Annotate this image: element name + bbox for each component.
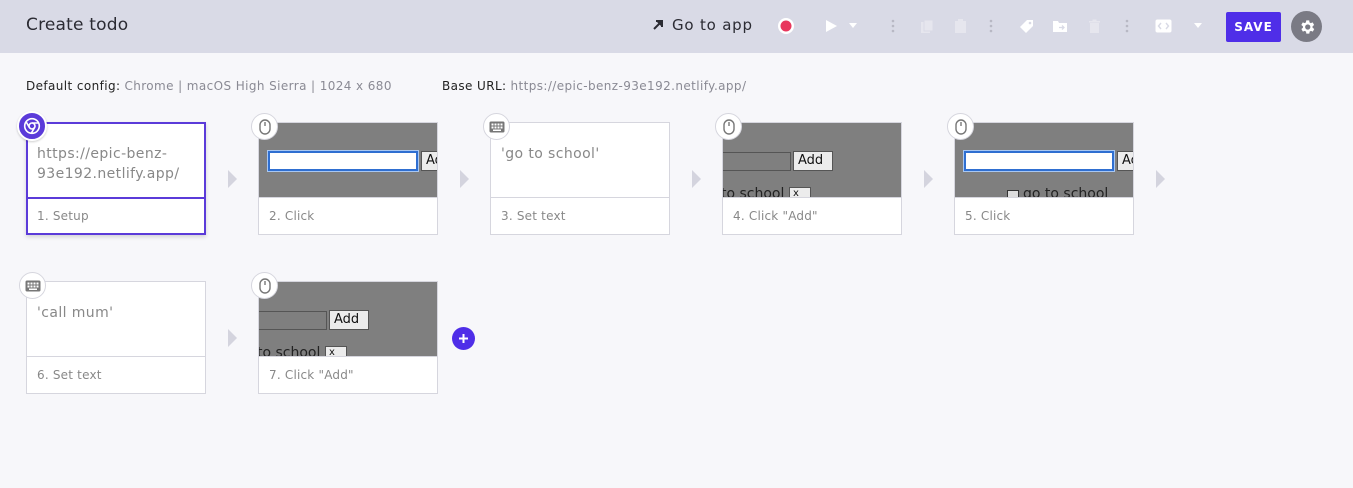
step-content: 'call mum' (27, 282, 205, 357)
step-card-set-text[interactable]: 'go to school' 3. Set text (490, 122, 670, 235)
save-button[interactable]: SAVE (1226, 12, 1281, 42)
step-arrow (228, 170, 237, 188)
copy-icon (921, 19, 934, 33)
more-menu-button[interactable] (886, 17, 900, 35)
shot-text: go to school (1023, 186, 1109, 198)
mouse-icon (722, 118, 735, 135)
shot-input (964, 151, 1114, 171)
step-caption: 6. Set text (37, 368, 102, 382)
clipboard-icon (954, 18, 966, 33)
mouse-icon (258, 118, 271, 135)
step-arrow (460, 170, 469, 188)
shot-input (268, 151, 418, 171)
shot-text: to school (723, 186, 785, 198)
step-content: 'go to school' (491, 123, 669, 198)
base-url-label: Base URL: (442, 79, 507, 93)
shot-checkbox (1007, 190, 1019, 197)
trash-icon (1088, 19, 1100, 33)
shot-remove-button: x (325, 346, 347, 356)
default-config-label: Default config: (26, 79, 121, 93)
tag-icon (1019, 19, 1033, 33)
step-card-setup[interactable]: https://epic-benz-93e192.netlify.app/ 1.… (26, 122, 206, 235)
more-vertical-icon (1125, 19, 1129, 33)
step-screenshot: Ac go to school (955, 123, 1133, 198)
default-config-value[interactable]: Chrome | macOS High Sierra | 1024 x 680 (124, 79, 391, 93)
keyboard-icon (489, 121, 504, 132)
delete-button[interactable] (1085, 17, 1103, 35)
shot-input (259, 311, 327, 330)
step-caption: 1. Setup (37, 209, 89, 223)
mouse-badge (947, 113, 974, 140)
mouse-badge (715, 113, 742, 140)
more-menu-button-3[interactable] (1120, 17, 1134, 35)
step-content: https://epic-benz-93e192.netlify.app/ (28, 124, 204, 199)
shot-button: Ac (1117, 151, 1133, 171)
shot-text: to school (259, 345, 321, 357)
more-menu-button-2[interactable] (984, 17, 998, 35)
move-to-folder-button[interactable] (1051, 17, 1069, 35)
default-config: Default config: Chrome | macOS High Sierr… (26, 79, 392, 93)
shot-remove-button: x (789, 187, 811, 197)
shot-input (723, 152, 791, 171)
toolbar: Create todo Go to app SAVE (0, 0, 1353, 53)
step-caption: 5. Click (965, 209, 1011, 223)
plus-icon (459, 334, 468, 343)
play-button[interactable] (822, 17, 840, 35)
step-card-set-text-2[interactable]: 'call mum' 6. Set text (26, 281, 206, 394)
base-url-value[interactable]: https://epic-benz-93e192.netlify.app/ (511, 79, 747, 93)
go-to-app-link[interactable]: Go to app (652, 16, 753, 34)
record-icon (778, 18, 794, 34)
step-caption: 4. Click "Add" (733, 209, 818, 223)
code-options-dropdown[interactable] (1191, 17, 1205, 35)
arrow-up-right-icon (653, 20, 663, 30)
step-card-click-add[interactable]: Add to school x 4. Click "Add" (722, 122, 902, 235)
page-title: Create todo (26, 15, 129, 35)
tag-button[interactable] (1017, 17, 1035, 35)
copy-button[interactable] (918, 17, 936, 35)
shot-button: Add (329, 310, 369, 330)
caret-down-icon (1194, 23, 1202, 28)
shot-button: Add (793, 151, 833, 171)
play-icon (826, 20, 837, 32)
mouse-badge (251, 113, 278, 140)
more-vertical-icon (989, 19, 993, 33)
base-url: Base URL: https://epic-benz-93e192.netlif… (442, 79, 746, 93)
keyboard-badge (483, 113, 510, 140)
step-arrow (228, 329, 237, 347)
code-icon (1155, 19, 1171, 33)
step-card-click-add-2[interactable]: Add to school x 7. Click "Add" (258, 281, 438, 394)
step-caption: 2. Click (269, 209, 315, 223)
settings-button[interactable] (1291, 11, 1322, 42)
step-arrow (692, 170, 701, 188)
add-step-button[interactable] (452, 327, 475, 350)
step-screenshot: Add to school x (259, 282, 437, 357)
go-to-app-label: Go to app (672, 16, 753, 34)
keyboard-badge (19, 272, 46, 299)
paste-button[interactable] (951, 17, 969, 35)
shot-button: Ad (421, 151, 437, 171)
code-view-button[interactable] (1154, 17, 1172, 35)
keyboard-icon (25, 280, 40, 291)
caret-down-icon (849, 23, 857, 28)
step-card-click[interactable]: Ad 2. Click (258, 122, 438, 235)
step-screenshot: Add to school x (723, 123, 901, 198)
chrome-badge (17, 111, 47, 141)
step-arrow (1156, 170, 1165, 188)
step-screenshot: Ad (259, 123, 437, 198)
record-button[interactable] (777, 17, 795, 35)
step-arrow (924, 170, 933, 188)
chrome-icon (23, 117, 41, 135)
mouse-icon (954, 118, 967, 135)
play-options-dropdown[interactable] (846, 17, 860, 35)
step-caption: 7. Click "Add" (269, 368, 354, 382)
mouse-badge (251, 272, 278, 299)
step-caption: 3. Set text (501, 209, 566, 223)
mouse-icon (258, 277, 271, 294)
more-vertical-icon (891, 19, 895, 33)
step-card-click-2[interactable]: Ac go to school 5. Click (954, 122, 1134, 235)
folder-move-icon (1053, 21, 1067, 32)
gear-icon (1300, 19, 1314, 34)
